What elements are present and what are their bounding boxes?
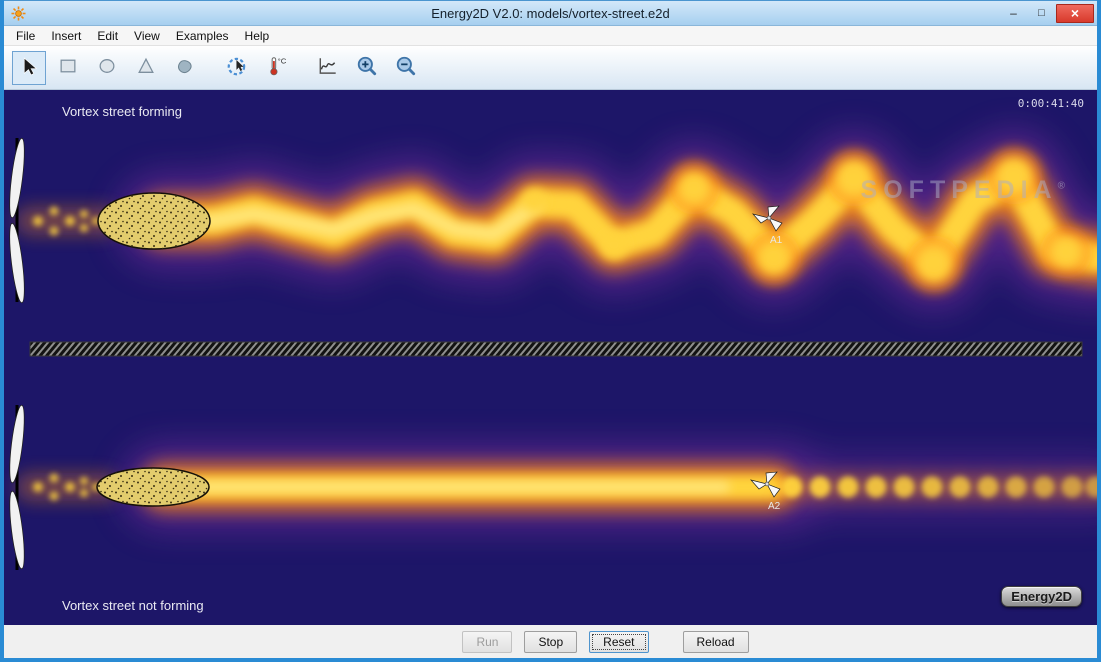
zoom-out-icon xyxy=(395,55,417,80)
ellipse-tool-button[interactable] xyxy=(90,51,124,85)
zoom-in-icon xyxy=(356,55,378,80)
run-button[interactable]: Run xyxy=(462,630,513,653)
sensor-label-a2: A2 xyxy=(768,501,781,512)
zoom-in-tool-button[interactable] xyxy=(350,51,384,85)
rectangle-tool-button[interactable] xyxy=(51,51,85,85)
softpedia-watermark: SOFTPEDIA® xyxy=(860,176,1065,204)
window-title: Energy2D V2.0: models/vortex-street.e2d xyxy=(431,5,670,21)
cursor-arrow-icon xyxy=(19,56,39,79)
close-button[interactable]: × xyxy=(1056,3,1094,23)
maximize-button[interactable]: □ xyxy=(1028,4,1055,23)
menu-item-view[interactable]: View xyxy=(126,26,168,46)
menu-bar: File Insert Edit View Examples Help xyxy=(4,26,1097,46)
triangle-icon xyxy=(136,56,156,79)
energy2d-logo-badge: Energy2D xyxy=(1001,586,1082,607)
obstacle-top[interactable] xyxy=(97,192,211,250)
select-tool-button[interactable] xyxy=(12,50,46,85)
caption-bottom: Vortex street not forming xyxy=(62,598,204,613)
control-bar: Run Stop Reset Reload xyxy=(4,625,1097,658)
stop-button[interactable]: Stop xyxy=(524,630,578,653)
blob-icon xyxy=(175,56,195,79)
toolbar: °C xyxy=(4,46,1097,90)
blob-tool-button[interactable] xyxy=(168,51,202,85)
caption-top: Vortex street forming xyxy=(62,104,182,119)
interact-tool-button[interactable] xyxy=(220,51,254,85)
title-bar[interactable]: Energy2D V2.0: models/vortex-street.e2d … xyxy=(4,0,1097,26)
menu-item-file[interactable]: File xyxy=(8,26,43,46)
obstacle-bottom[interactable] xyxy=(96,467,210,507)
simulation-timer: 0:00:41:40 xyxy=(1017,97,1084,110)
menu-item-help[interactable]: Help xyxy=(237,26,278,46)
thermometer-tool-button[interactable]: °C xyxy=(259,51,293,85)
graph-icon xyxy=(317,55,339,80)
menu-item-insert[interactable]: Insert xyxy=(43,26,89,46)
zoom-out-tool-button[interactable] xyxy=(389,51,423,85)
minimize-button[interactable]: – xyxy=(1000,4,1027,23)
sensor-label-a1: A1 xyxy=(770,235,783,246)
thermometer-unit-label: °C xyxy=(278,56,287,65)
menu-item-examples[interactable]: Examples xyxy=(168,26,237,46)
reload-button[interactable]: Reload xyxy=(682,630,749,653)
thermometer-icon: °C xyxy=(265,55,287,80)
rectangle-icon xyxy=(58,56,78,79)
pointing-hand-icon xyxy=(226,55,248,80)
wall[interactable] xyxy=(29,341,1083,357)
simulation-canvas[interactable]: A1 A2 Vortex street forming Vortex stree… xyxy=(4,90,1097,625)
registered-mark: ® xyxy=(1057,180,1065,192)
heatmap: A1 A2 xyxy=(9,130,1097,570)
app-icon xyxy=(11,5,26,21)
triangle-tool-button[interactable] xyxy=(129,51,163,85)
menu-item-edit[interactable]: Edit xyxy=(89,26,126,46)
graph-tool-button[interactable] xyxy=(311,51,345,85)
stream-tail xyxy=(777,472,1097,502)
app-window: Energy2D V2.0: models/vortex-street.e2d … xyxy=(0,0,1101,662)
reset-button[interactable]: Reset xyxy=(589,630,649,653)
ellipse-icon xyxy=(97,56,117,79)
